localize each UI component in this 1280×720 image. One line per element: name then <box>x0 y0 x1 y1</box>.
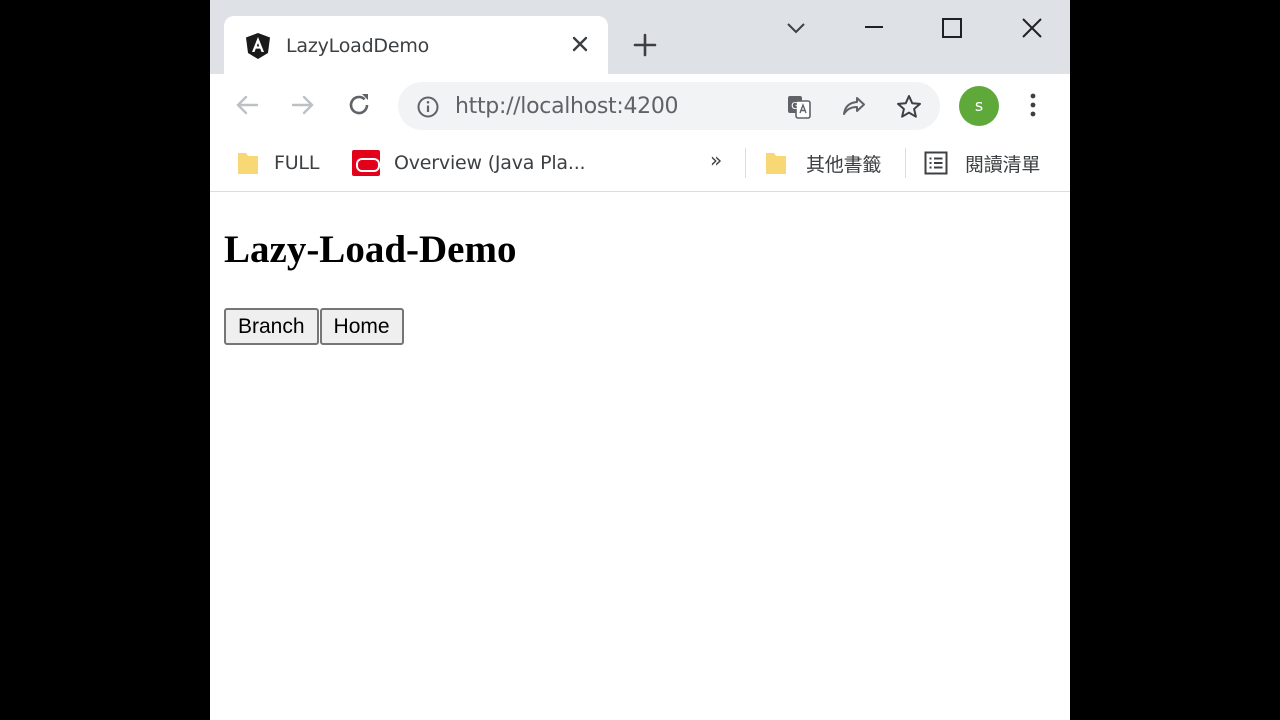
close-tab-icon[interactable] <box>568 32 592 56</box>
tab-search-icon[interactable] <box>782 14 810 42</box>
page-title: Lazy-Load-Demo <box>224 228 517 271</box>
folder-icon <box>766 153 786 174</box>
bookmark-label: 其他書籤 <box>806 153 882 176</box>
angular-icon <box>246 33 270 59</box>
site-info-icon[interactable] <box>416 95 440 119</box>
svg-text:G: G <box>791 101 799 112</box>
tab-title: LazyLoadDemo <box>286 35 430 57</box>
bookmark-star-icon[interactable] <box>895 93 923 121</box>
forward-icon[interactable] <box>288 90 318 120</box>
bookmark-label: FULL <box>274 152 320 174</box>
share-icon[interactable] <box>840 93 868 121</box>
bookmark-label: Overview (Java Pla... <box>394 152 586 174</box>
toolbar: http://localhost:4200 G s <box>210 74 1070 136</box>
reading-list-icon <box>924 151 948 175</box>
reading-list-button[interactable]: 閱讀清單 <box>924 148 1040 178</box>
maximize-icon[interactable] <box>938 14 966 42</box>
tab-lazyloaddemo[interactable]: LazyLoadDemo <box>224 16 608 74</box>
profile-avatar[interactable]: s <box>959 86 999 126</box>
nav-buttons: Branch Home <box>224 308 404 345</box>
new-tab-icon[interactable] <box>632 32 658 58</box>
bookmark-full[interactable]: FULL <box>236 148 319 178</box>
back-icon[interactable] <box>232 90 262 120</box>
url-text[interactable]: http://localhost:4200 <box>455 94 679 119</box>
more-menu-icon[interactable] <box>1020 90 1046 120</box>
close-window-icon[interactable] <box>1018 14 1046 42</box>
bookmarks-bar: FULL Overview (Java Pla... » 其他書籤 閱讀清單 <box>210 136 1070 192</box>
bookmark-other-bookmarks[interactable]: 其他書籤 <box>764 148 881 178</box>
branch-button[interactable]: Branch <box>224 308 319 345</box>
reload-icon[interactable] <box>344 90 374 120</box>
bookmark-overview-java[interactable]: Overview (Java Pla... <box>352 148 586 178</box>
page-content: Lazy-Load-Demo Branch Home <box>210 193 1070 720</box>
oracle-icon <box>352 150 380 176</box>
browser-window: LazyLoadDemo http://localhost:4200 G s F… <box>210 0 1070 720</box>
bookmarks-separator <box>905 148 906 178</box>
home-button[interactable]: Home <box>319 308 404 345</box>
folder-icon <box>238 153 258 174</box>
tab-strip: LazyLoadDemo <box>210 0 1070 74</box>
bookmarks-overflow-icon[interactable]: » <box>710 148 722 172</box>
translate-icon[interactable]: G <box>785 93 813 121</box>
bookmark-label: 閱讀清單 <box>965 153 1041 176</box>
minimize-icon[interactable] <box>860 14 888 42</box>
bookmarks-separator <box>745 148 746 178</box>
address-bar[interactable]: http://localhost:4200 G <box>398 82 940 130</box>
